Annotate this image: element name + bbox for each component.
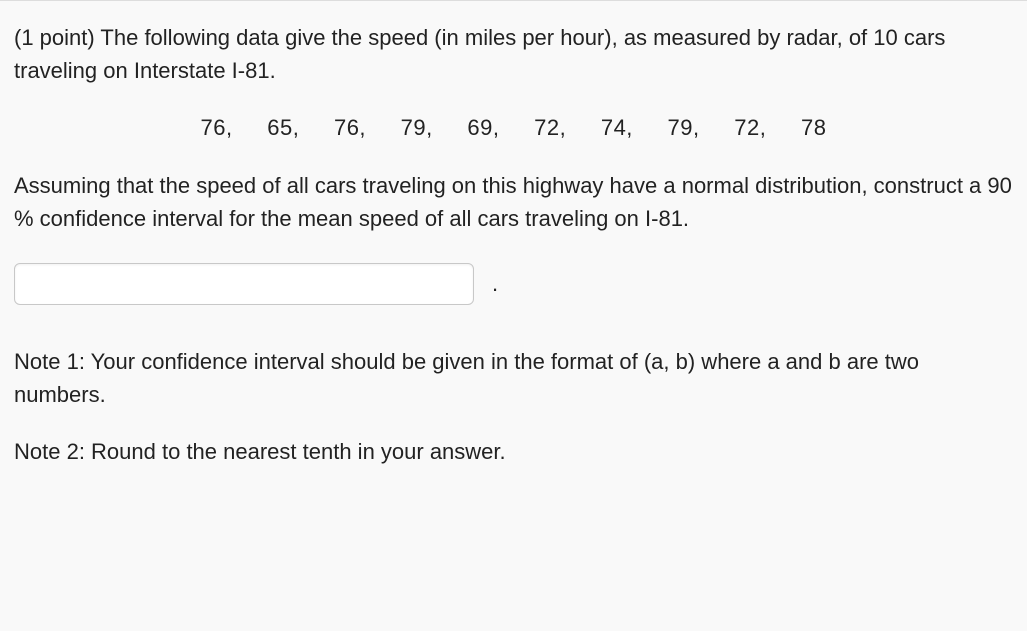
question-container: (1 point) The following data give the sp…: [0, 0, 1027, 631]
data-value: 76,: [334, 115, 366, 140]
data-value: 65,: [267, 115, 299, 140]
period-text: .: [492, 271, 498, 297]
note-1: Note 1: Your confidence interval should …: [14, 345, 1013, 411]
data-value: 78: [801, 115, 826, 140]
data-value: 69,: [467, 115, 499, 140]
question-intro: (1 point) The following data give the sp…: [14, 21, 1013, 87]
data-value: 79,: [668, 115, 700, 140]
data-value: 72,: [534, 115, 566, 140]
data-value: 79,: [401, 115, 433, 140]
data-value: 74,: [601, 115, 633, 140]
data-values-row: 76, 65, 76, 79, 69, 72, 74, 79, 72, 78: [14, 115, 1013, 141]
answer-input-row: .: [14, 263, 1013, 305]
note-2: Note 2: Round to the nearest tenth in yo…: [14, 435, 1013, 468]
data-value: 72,: [734, 115, 766, 140]
question-instruction: Assuming that the speed of all cars trav…: [14, 169, 1013, 235]
data-value: 76,: [201, 115, 233, 140]
answer-input[interactable]: [14, 263, 474, 305]
